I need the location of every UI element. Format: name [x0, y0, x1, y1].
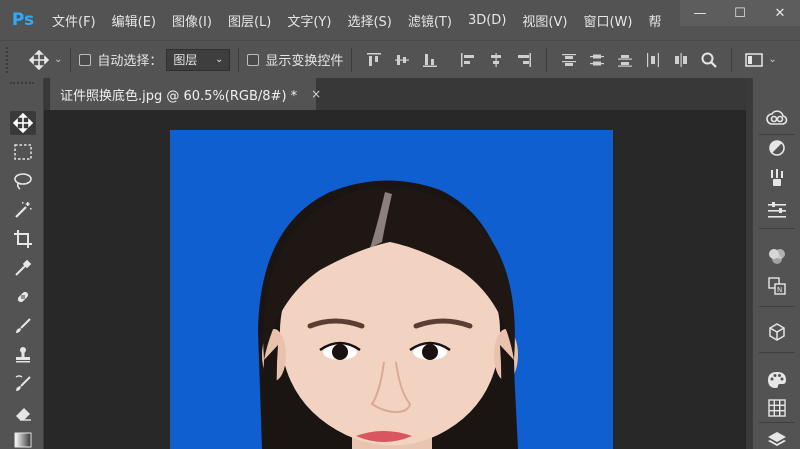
- healing-brush-tool-icon[interactable]: [10, 285, 36, 309]
- swatches-icon[interactable]: [765, 368, 789, 392]
- align-right-icon[interactable]: [513, 49, 535, 71]
- document-tab-strip: 证件照换底色.jpg @ 60.5%(RGB/8#) * ×: [0, 78, 800, 110]
- auto-select-dropdown[interactable]: 图层 ⌄: [166, 48, 231, 71]
- properties-icon[interactable]: [765, 198, 789, 222]
- crop-tool-icon[interactable]: [10, 227, 36, 251]
- auto-select-label: 自动选择：: [97, 54, 163, 69]
- menu-view[interactable]: 视图(V): [522, 11, 567, 30]
- eraser-tool-icon[interactable]: [10, 401, 36, 425]
- distribute-top-icon[interactable]: [558, 49, 580, 71]
- svg-text:N: N: [777, 286, 782, 294]
- divider: [759, 134, 795, 135]
- divider: [759, 422, 795, 423]
- menu-window[interactable]: 窗口(W): [583, 11, 632, 30]
- clone-stamp-tool-icon[interactable]: [10, 343, 36, 367]
- divider: [238, 47, 240, 72]
- chevron-down-icon: ⌄: [215, 54, 224, 65]
- document-tab[interactable]: 证件照换底色.jpg @ 60.5%(RGB/8#) * ×: [50, 78, 321, 110]
- eyedropper-tool-icon[interactable]: [10, 256, 36, 280]
- close-window-button[interactable]: ✕: [760, 0, 800, 26]
- 3d-icon[interactable]: [765, 320, 789, 344]
- align-left-icon[interactable]: [457, 49, 479, 71]
- photoshop-logo[interactable]: Ps: [8, 5, 38, 35]
- menu-edit[interactable]: 编辑(E): [112, 11, 156, 30]
- adjustments-icon[interactable]: [765, 136, 789, 160]
- align-top-icon[interactable]: [363, 49, 385, 71]
- menu-help[interactable]: 帮: [648, 11, 661, 30]
- panel-dock: N: [752, 78, 800, 449]
- document-tab-title: 证件照换底色.jpg @ 60.5%(RGB/8#) *: [60, 88, 298, 104]
- menu-3d[interactable]: 3D(D): [468, 13, 506, 28]
- tools-panel: [0, 78, 44, 449]
- layers-icon[interactable]: [765, 428, 789, 449]
- options-bar: ⌄ 自动选择： 图层 ⌄ 显示变换控件 ⌄: [0, 40, 800, 78]
- show-transform-label: 显示变换控件: [265, 54, 344, 69]
- magic-wand-tool-icon[interactable]: [10, 198, 36, 222]
- brushes-icon[interactable]: [765, 166, 789, 190]
- show-transform-checkbox[interactable]: [247, 53, 260, 66]
- character-icon[interactable]: N: [765, 274, 789, 298]
- align-vertical-center-icon[interactable]: [391, 49, 413, 71]
- history-brush-tool-icon[interactable]: [10, 372, 36, 396]
- options-bar-grip[interactable]: [6, 46, 10, 73]
- lasso-tool-icon[interactable]: [10, 169, 36, 193]
- menu-filter[interactable]: 滤镜(T): [408, 11, 452, 30]
- creative-cloud-icon[interactable]: [765, 106, 789, 130]
- distribute-right-icon[interactable]: [670, 49, 692, 71]
- divider: [759, 306, 795, 307]
- gradient-tool-icon[interactable]: [10, 428, 36, 449]
- auto-select-checkbox[interactable]: [79, 53, 92, 66]
- divider: [351, 47, 353, 72]
- move-tool-icon[interactable]: [10, 111, 36, 135]
- workspace-icon[interactable]: [743, 49, 765, 71]
- search-icon[interactable]: [698, 49, 720, 71]
- divider: [759, 228, 795, 229]
- maximize-button[interactable]: ☐: [720, 0, 760, 26]
- menu-image[interactable]: 图像(I): [172, 11, 212, 30]
- document-image[interactable]: [170, 130, 613, 449]
- move-tool-preset-icon[interactable]: [24, 47, 54, 73]
- brush-tool-icon[interactable]: [10, 314, 36, 338]
- menu-bar: Ps 文件(F) 编辑(E) 图像(I) 图层(L) 文字(Y) 选择(S) 滤…: [0, 0, 800, 40]
- portrait-photo: [170, 130, 613, 449]
- minimize-button[interactable]: —: [680, 0, 720, 26]
- auto-select-value: 图层: [173, 53, 198, 67]
- align-horizontal-center-icon[interactable]: [485, 49, 507, 71]
- chevron-down-icon[interactable]: ⌄: [768, 54, 776, 65]
- grid-icon[interactable]: [765, 396, 789, 420]
- chevron-down-icon[interactable]: ⌄: [54, 54, 62, 65]
- color-icon[interactable]: [765, 244, 789, 268]
- divider: [731, 47, 733, 72]
- divider: [546, 47, 548, 72]
- menu-file[interactable]: 文件(F): [52, 11, 96, 30]
- tools-panel-grip[interactable]: [10, 82, 34, 85]
- menu-select[interactable]: 选择(S): [347, 11, 391, 30]
- menu-layer[interactable]: 图层(L): [228, 11, 271, 30]
- close-icon[interactable]: ×: [311, 87, 321, 101]
- divider: [759, 352, 795, 353]
- marquee-tool-icon[interactable]: [10, 140, 36, 164]
- distribute-center-icon[interactable]: [586, 49, 608, 71]
- menu-type[interactable]: 文字(Y): [287, 11, 331, 30]
- distribute-bottom-icon[interactable]: [614, 49, 636, 71]
- distribute-spacing-icon[interactable]: [642, 49, 664, 71]
- align-bottom-icon[interactable]: [419, 49, 441, 71]
- divider: [70, 47, 72, 72]
